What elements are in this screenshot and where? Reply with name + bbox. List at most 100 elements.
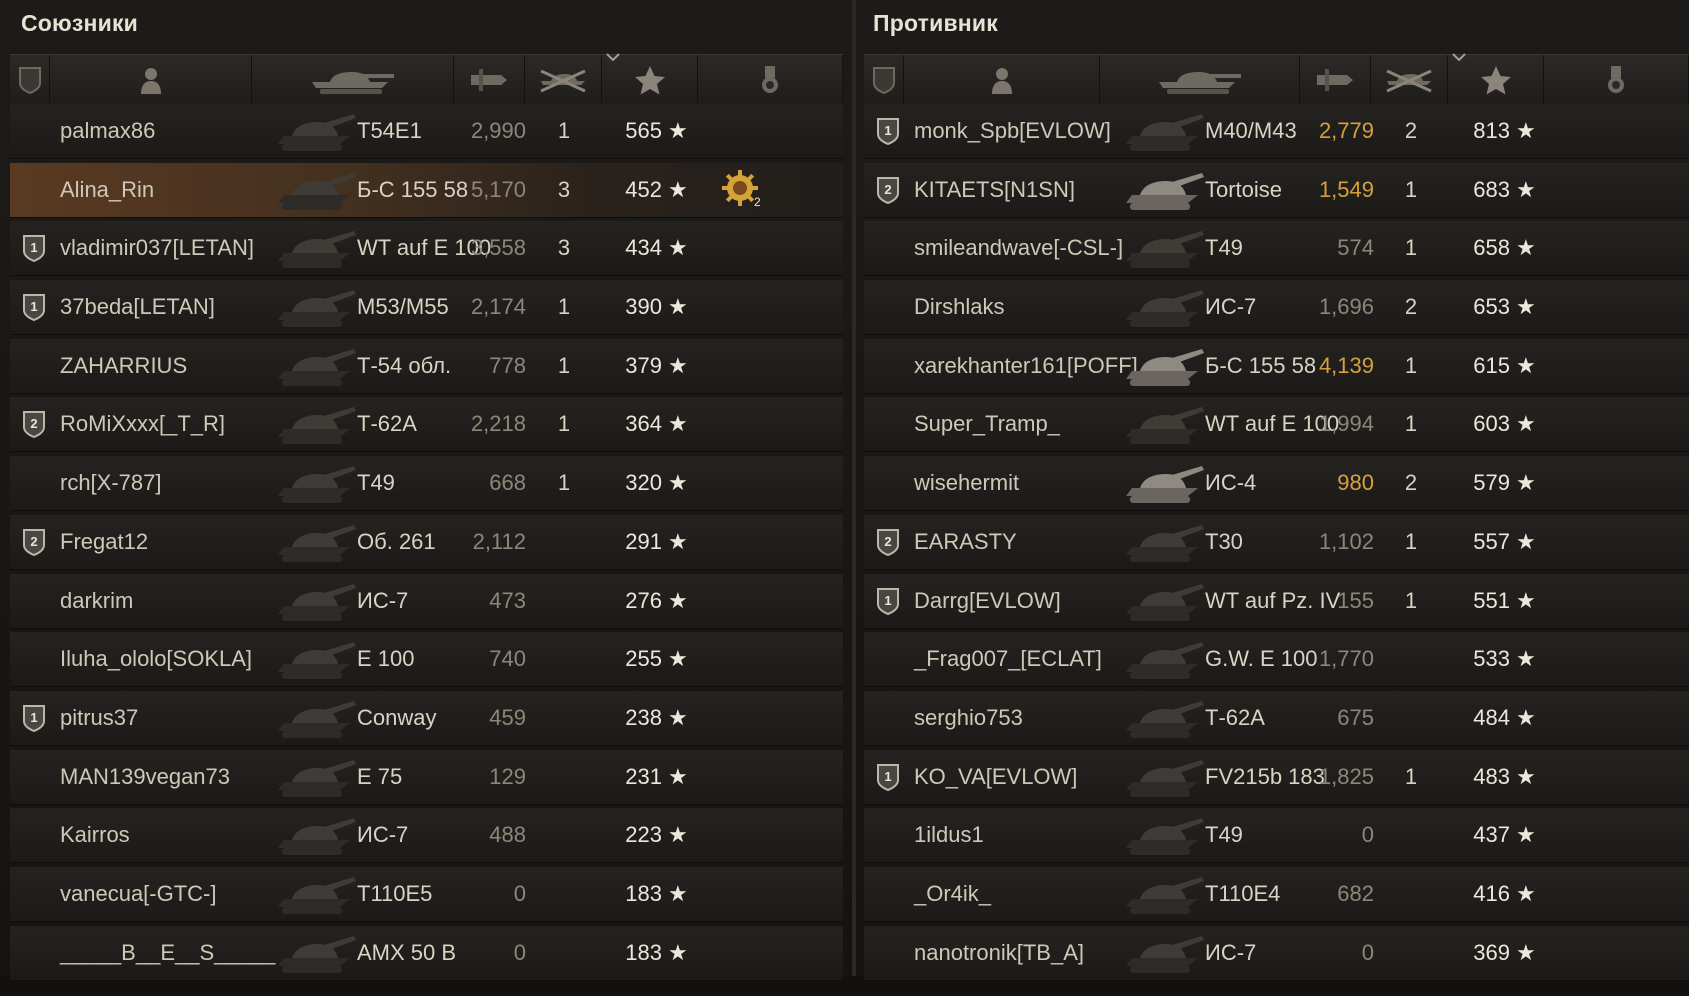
damage-value: 155 [1337,587,1374,613]
header-xp-column[interactable] [602,53,698,105]
header-squad-column[interactable] [10,55,50,105]
player-row[interactable]: nanotronik[TB_A] ИС-7 0 369 ★ [864,925,1689,981]
enemies-column-header [864,53,1689,105]
player-name[interactable]: MAN139vegan73 [60,750,230,804]
header-player-column[interactable] [904,55,1100,105]
player-name[interactable]: vanecua[-GTC-] [60,867,217,921]
player-row[interactable]: _____B__E__S_____ AMX 50 B 0 183 ★ [10,925,843,981]
player-row[interactable]: 2 KITAETS[N1SN] Tortoise 1,549 1 683 ★ [864,162,1689,218]
star-icon: ★ [1516,646,1536,672]
header-vehicle-column[interactable] [252,55,454,105]
player-name[interactable]: wisehermit [914,456,1019,510]
player-name[interactable]: 1ildus1 [914,808,984,862]
player-row[interactable]: 1 monk_Spb[EVLOW] M40/M43 2,779 2 813 ★ [864,104,1689,159]
squad-badge: 2 [874,163,902,217]
header-medals-column[interactable] [698,55,843,105]
kills-value: 1 [1404,235,1418,261]
player-row[interactable]: palmax86 T54E1 2,990 1 565 ★ [10,104,843,159]
player-name[interactable]: xarekhanter161[POFF] [914,339,1138,393]
tank-silhouette-icon [1126,114,1204,151]
player-row[interactable]: ZAHARRIUS Т-54 обл. 778 1 379 ★ [10,338,843,394]
player-name[interactable]: palmax86 [60,104,155,158]
player-name[interactable]: pitrus37 [60,691,138,745]
kills-value [1391,691,1431,745]
enemies-title: Противник [873,10,998,36]
squad-badge: 1 [20,221,48,275]
player-name[interactable]: serghio753 [914,691,1023,745]
player-name[interactable]: darkrim [60,574,133,628]
header-medals-column[interactable] [1544,55,1689,105]
tank-icon [1122,286,1208,330]
player-row[interactable]: Alina_Rin Б-С 155 58 5,170 3 452 ★ 2 [10,162,843,218]
player-name[interactable]: KO_VA[EVLOW] [914,750,1077,804]
vehicle-name: E 75 [357,763,403,789]
header-kills-column[interactable] [1371,55,1448,105]
player-row[interactable]: Dirshlaks ИС-7 1,696 2 653 ★ [864,280,1689,336]
player-row[interactable]: vanecua[-GTC-] T110E5 0 183 ★ [10,866,843,922]
player-name[interactable]: ZAHARRIUS [60,339,187,393]
player-row[interactable]: 1 pitrus37 Conway 459 238 ★ [10,690,843,746]
player-name[interactable]: _Frag007_[ECLAT] [914,632,1102,686]
player-row[interactable]: 1 KO_VA[EVLOW] FV215b 183 1,825 1 483 ★ [864,749,1689,805]
header-xp-column[interactable] [1448,53,1544,105]
player-row[interactable]: darkrim ИС-7 473 276 ★ [10,573,843,629]
player-row[interactable]: 1 37beda[LETAN] M53/M55 2,174 1 390 ★ [10,280,843,336]
player-row[interactable]: _Or4ik_ T110E4 682 416 ★ [864,866,1689,922]
achievement-medal[interactable]: 2 [702,163,782,217]
player-row[interactable]: 1ildus1 T49 0 437 ★ [864,808,1689,864]
player-name[interactable]: _____B__E__S_____ [60,926,275,980]
player-row[interactable]: Kairros ИС-7 488 223 ★ [10,808,843,864]
player-row[interactable]: smileandwave[-CSL-] T49 574 1 658 ★ [864,221,1689,277]
player-name[interactable]: Kairros [60,808,130,862]
player-row[interactable]: 1 Darrg[EVLOW] WT auf Pz. IV 155 1 551 ★ [864,573,1689,629]
player-row[interactable]: wisehermit ИС-4 980 2 579 ★ [864,456,1689,512]
player-row[interactable]: 2 RoMiXxxx[_T_R] Т-62А 2,218 1 364 ★ [10,397,843,453]
player-row[interactable]: rch[X-787] T49 668 1 320 ★ [10,456,843,512]
player-name[interactable]: Darrg[EVLOW] [914,574,1061,628]
player-name[interactable]: Alina_Rin [60,163,154,217]
player-name[interactable]: Fregat12 [60,515,148,569]
player-name[interactable]: rch[X-787] [60,456,162,510]
player-row[interactable]: 2 EARASTY T30 1,102 1 557 ★ [864,514,1689,570]
player-name[interactable]: vladimir037[LETAN] [60,221,254,275]
vehicle-name: T110E4 [1205,880,1281,906]
player-row[interactable]: serghio753 Т-62А 675 484 ★ [864,690,1689,746]
header-damage-column[interactable] [1300,55,1371,105]
allies-list: palmax86 T54E1 2,990 1 565 ★ Alina_Rin Б-С 155 … [10,104,843,981]
player-row[interactable]: Iluha_ololo[SOKLA] E 100 740 255 ★ [10,632,843,688]
player-name[interactable]: 37beda[LETAN] [60,280,215,334]
star-icon: ★ [1516,176,1536,202]
header-squad-column[interactable] [864,55,904,105]
header-player-column[interactable] [50,55,252,105]
header-damage-column[interactable] [454,55,525,105]
player-name[interactable]: Iluha_ololo[SOKLA] [60,632,252,686]
vehicle-name: ИС-7 [357,587,409,613]
player-name[interactable]: smileandwave[-CSL-] [914,221,1123,275]
player-row[interactable]: 1 vladimir037[LETAN] WT auf E 100 3,558 3 434… [10,221,843,277]
player-row[interactable]: MAN139vegan73 E 75 129 231 ★ [10,749,843,805]
destroyed-tank-icon [537,65,589,95]
experience-value: 683 [1473,176,1510,202]
kills-value: 1 [557,411,571,437]
squad-badge: 1 [20,691,48,745]
header-vehicle-column[interactable] [1100,55,1300,105]
player-name[interactable]: Super_Tramp_ [914,397,1060,451]
experience-value: 437 [1473,822,1510,848]
player-name[interactable]: monk_Spb[EVLOW] [914,104,1111,158]
player-name[interactable]: Dirshlaks [914,280,1004,334]
player-row[interactable]: xarekhanter161[POFF] Б-С 155 58 4,139 1 615 ★ [864,338,1689,394]
player-row[interactable]: Super_Tramp_ WT auf E 100 1,994 1 603 ★ [864,397,1689,453]
player-name[interactable]: KITAETS[N1SN] [914,163,1075,217]
player-name[interactable]: RoMiXxxx[_T_R] [60,397,225,451]
header-kills-column[interactable] [525,55,602,105]
star-icon: ★ [668,528,688,554]
player-name[interactable]: EARASTY [914,515,1017,569]
player-row[interactable]: _Frag007_[ECLAT] G.W. E 100 1,770 533 ★ [864,632,1689,688]
player-name[interactable]: _Or4ik_ [914,867,991,921]
svg-text:2: 2 [884,182,891,197]
vehicle-name: M53/M55 [357,294,449,320]
player-row[interactable]: 2 Fregat12 Об. 261 2,112 291 ★ [10,514,843,570]
player-name[interactable]: nanotronik[TB_A] [914,926,1084,980]
kills-value: 2 [1404,470,1418,496]
tank-silhouette-icon [1126,759,1204,797]
